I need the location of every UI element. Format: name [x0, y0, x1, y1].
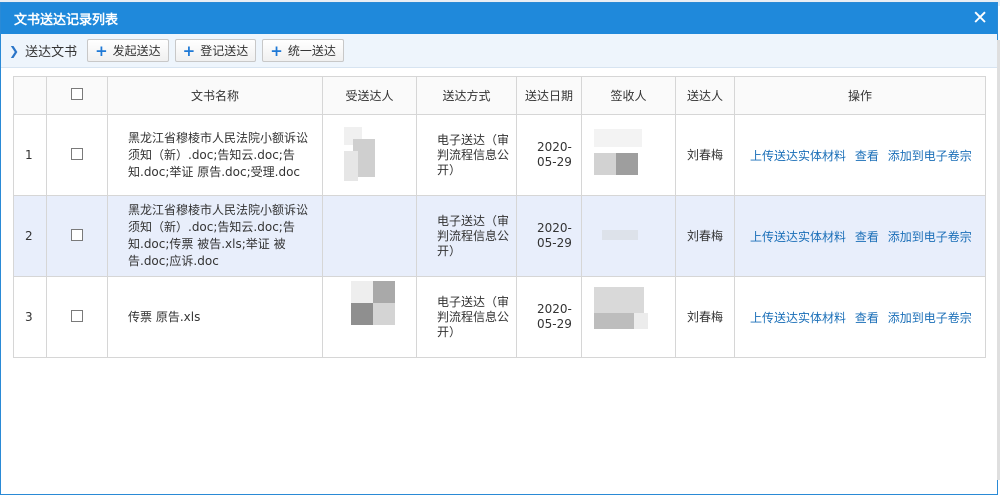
row-checkbox[interactable] [71, 309, 83, 322]
header-date: 送达日期 [516, 76, 582, 115]
method-cell: 电子送达（审判流程信息公开） [416, 276, 517, 358]
row-index: 3 [13, 276, 47, 358]
row-select [46, 195, 108, 277]
plus-icon: + [270, 41, 283, 60]
header-recipient: 受送达人 [322, 76, 417, 115]
table-header-row: 文书名称 受送达人 送达方式 送达日期 签收人 送达人 操作 [13, 76, 986, 115]
sender-cell: 刘春梅 [675, 276, 735, 358]
row-index: 2 [13, 195, 47, 277]
add-to-e-file-link[interactable]: 添加到电子卷宗 [888, 230, 972, 244]
signer-cell-redacted [581, 276, 676, 358]
header-operations: 操作 [734, 76, 986, 115]
recipient-cell-redacted [322, 114, 417, 196]
row-checkbox[interactable] [71, 147, 83, 160]
add-to-e-file-link[interactable]: 添加到电子卷宗 [888, 311, 972, 325]
upload-material-link[interactable]: 上传送达实体材料 [750, 149, 846, 163]
start-delivery-button[interactable]: + 发起送达 [87, 39, 169, 62]
chevron-right-icon: ❯ [9, 43, 20, 58]
sender-cell: 刘春梅 [675, 114, 735, 196]
operations-cell: 上传送达实体材料 查看 添加到电子卷宗 [734, 114, 986, 196]
date-cell: 2020-05-29 [516, 195, 582, 277]
date-cell: 2020-05-29 [516, 276, 582, 358]
toolbar: ❯ 送达文书 + 发起送达 + 登记送达 + 统一送达 [1, 34, 997, 68]
doc-name-cell: 传票 原告.xls [107, 276, 323, 358]
date-cell: 2020-05-29 [516, 114, 582, 196]
row-select [46, 276, 108, 358]
row-checkbox[interactable] [71, 228, 83, 241]
table-row[interactable]: 1 黑龙江省穆棱市人民法院小额诉讼须知（新）.doc;告知云.doc;告知.do… [13, 114, 986, 196]
header-signer: 签收人 [581, 76, 676, 115]
header-method: 送达方式 [416, 76, 517, 115]
unified-delivery-label: 统一送达 [287, 44, 336, 58]
view-link[interactable]: 查看 [855, 230, 879, 244]
doc-name-cell: 黑龙江省穆棱市人民法院小额诉讼须知（新）.doc;告知云.doc;告知.doc;… [107, 114, 323, 196]
view-link[interactable]: 查看 [855, 149, 879, 163]
dialog-title: 文书送达记录列表 [14, 13, 119, 28]
breadcrumb[interactable]: ❯ 送达文书 [9, 41, 78, 61]
method-cell: 电子送达（审判流程信息公开） [416, 195, 517, 277]
register-delivery-button[interactable]: + 登记送达 [174, 39, 257, 62]
header-index [13, 76, 47, 115]
method-cell: 电子送达（审判流程信息公开） [416, 114, 517, 196]
plus-icon: + [182, 41, 196, 60]
delivery-records-table: 文书名称 受送达人 送达方式 送达日期 签收人 送达人 操作 1 黑龙江省穆棱市… [13, 76, 986, 358]
operations-cell: 上传送达实体材料 查看 添加到电子卷宗 [734, 276, 986, 358]
start-delivery-label: 发起送达 [112, 44, 161, 58]
breadcrumb-label: 送达文书 [25, 45, 78, 60]
recipient-cell-redacted [322, 195, 417, 277]
dialog-titlebar: 文书送达记录列表 ✕ [1, 3, 997, 34]
table-row[interactable]: 3 传票 原告.xls 电子送达（审判流程信息公开） 2020-05-29 刘春… [13, 276, 986, 358]
upload-material-link[interactable]: 上传送达实体材料 [750, 311, 846, 325]
sender-cell: 刘春梅 [675, 195, 735, 277]
header-doc-name: 文书名称 [107, 76, 323, 115]
table-row[interactable]: 2 黑龙江省穆棱市人民法院小额诉讼须知（新）.doc;告知云.doc;告知.do… [13, 195, 986, 277]
row-index: 1 [13, 114, 47, 196]
signer-cell-redacted [581, 195, 676, 277]
unified-delivery-button[interactable]: + 统一送达 [262, 39, 344, 62]
upload-material-link[interactable]: 上传送达实体材料 [750, 230, 846, 244]
header-sender: 送达人 [675, 76, 735, 115]
row-select [46, 114, 108, 196]
add-to-e-file-link[interactable]: 添加到电子卷宗 [888, 149, 972, 163]
doc-name-cell: 黑龙江省穆棱市人民法院小额诉讼须知（新）.doc;告知云.doc;告知.doc;… [107, 195, 323, 277]
operations-cell: 上传送达实体材料 查看 添加到电子卷宗 [734, 195, 986, 277]
select-all-checkbox[interactable] [71, 88, 83, 100]
view-link[interactable]: 查看 [855, 311, 879, 325]
header-select-all [46, 76, 108, 115]
plus-icon: + [95, 41, 108, 60]
register-delivery-label: 登记送达 [200, 44, 249, 58]
close-icon[interactable]: ✕ [972, 7, 988, 29]
recipient-cell-redacted [322, 276, 417, 358]
signer-cell-redacted [581, 114, 676, 196]
